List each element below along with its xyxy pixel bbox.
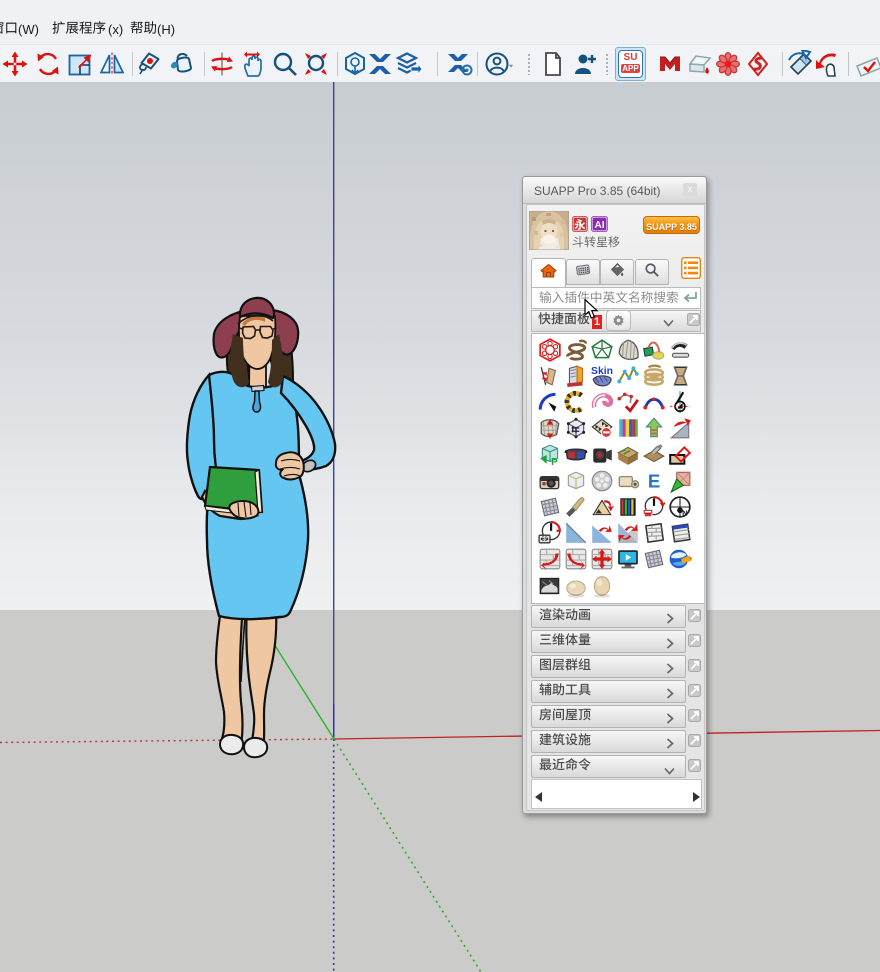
svg-text:Skin: Skin <box>591 366 613 377</box>
svg-text:E: E <box>648 470 660 491</box>
svg-text:AI: AI <box>595 220 605 231</box>
svg-text:N: N <box>682 509 688 518</box>
svg-text:P: P <box>551 456 558 466</box>
